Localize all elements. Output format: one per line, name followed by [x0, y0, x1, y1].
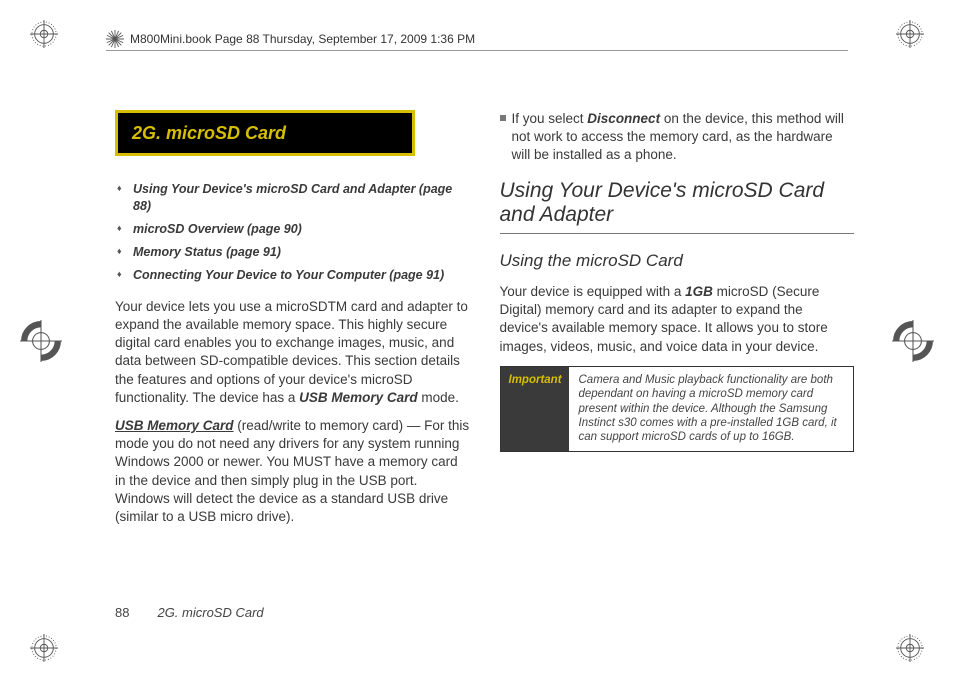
- crop-mark-icon: [896, 20, 924, 48]
- left-column: 2G. microSD Card Using Your Device's mic…: [115, 110, 470, 602]
- crop-mark-icon: [30, 20, 58, 48]
- body-paragraph: USB Memory Card (read/write to memory ca…: [115, 417, 470, 526]
- toc-item: microSD Overview (page 90): [133, 221, 470, 238]
- header-text: M800Mini.book Page 88 Thursday, Septembe…: [130, 32, 475, 46]
- section-header: 2G. microSD Card: [115, 110, 415, 156]
- body-paragraph: Your device lets you use a microSDTM car…: [115, 298, 470, 407]
- footer-title: 2G. microSD Card: [157, 605, 263, 620]
- bullet-item: If you select Disconnect on the device, …: [500, 110, 855, 165]
- bullet-icon: [500, 115, 506, 121]
- crop-mark-icon: [896, 634, 924, 662]
- burst-icon: [106, 30, 124, 48]
- toc-item: Using Your Device's microSD Card and Ada…: [133, 181, 470, 215]
- heading-2: Using the microSD Card: [500, 250, 855, 273]
- page-number: 88: [115, 605, 129, 620]
- important-label: Important: [501, 367, 569, 451]
- registration-mark-icon: [20, 320, 62, 362]
- important-box: Important Camera and Music playback func…: [500, 366, 855, 452]
- section-title: 2G. microSD Card: [132, 123, 286, 143]
- document-header: M800Mini.book Page 88 Thursday, Septembe…: [106, 30, 848, 51]
- registration-mark-icon: [892, 320, 934, 362]
- toc-list: Using Your Device's microSD Card and Ada…: [115, 181, 470, 283]
- toc-item: Memory Status (page 91): [133, 244, 470, 261]
- page-footer: 88 2G. microSD Card: [115, 605, 264, 620]
- crop-mark-icon: [30, 634, 58, 662]
- toc-item: Connecting Your Device to Your Computer …: [133, 267, 470, 284]
- heading-1: Using Your Device's microSD Card and Ada…: [500, 179, 855, 227]
- divider: [500, 233, 855, 234]
- body-paragraph: Your device is equipped with a 1GB micro…: [500, 283, 855, 356]
- important-text: Camera and Music playback functionality …: [569, 367, 854, 451]
- right-column: If you select Disconnect on the device, …: [500, 110, 855, 602]
